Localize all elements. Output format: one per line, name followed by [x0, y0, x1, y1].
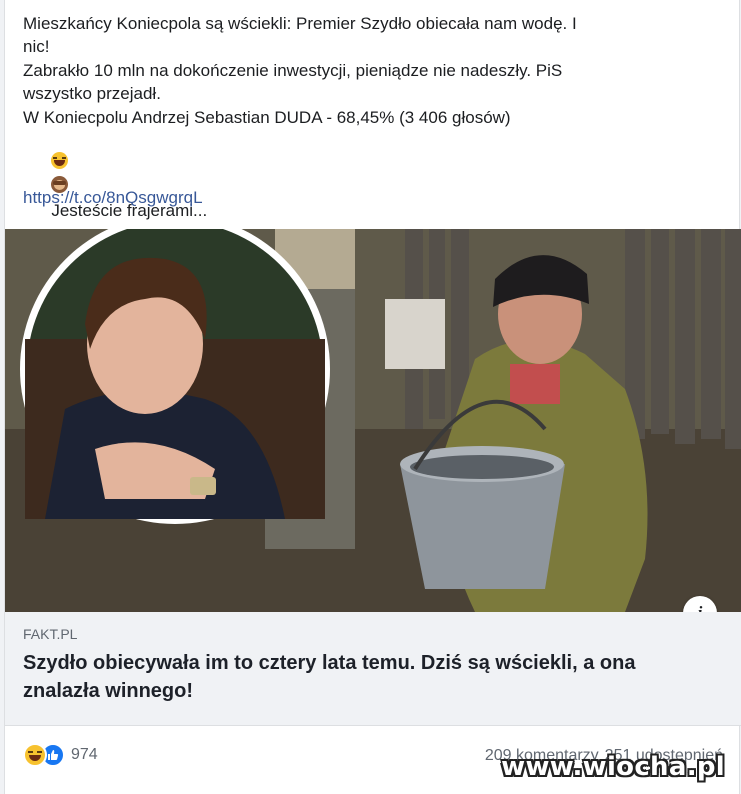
reactions-summary[interactable]: 974	[23, 743, 98, 767]
post-text-line: Mieszkańcy Koniecpola są wściekli: Premi…	[23, 14, 577, 33]
preview-photo	[5, 229, 741, 612]
haha-reaction-icon	[23, 743, 47, 767]
post-text-line: nic!	[23, 37, 50, 57]
post-text-line: Zabrakło 10 mln na dokończenie inwestycj…	[23, 60, 563, 80]
site-watermark: www.wiocha.pl	[501, 752, 725, 782]
link-preview-source: FAKT.PL	[23, 626, 78, 642]
facebook-post: Mieszkańcy Koniecpola są wściekli: Premi…	[4, 0, 741, 794]
link-preview-card[interactable]: FAKT.PL Szydło obiecywała im to cztery l…	[5, 612, 741, 726]
post-text: Mieszkańcy Koniecpola są wściekli: Premi…	[23, 12, 723, 246]
post-shortlink[interactable]: https://t.co/8nQsgwgrqL	[23, 188, 203, 208]
rolling-laughing-emoji-icon	[51, 152, 69, 170]
link-preview-title[interactable]: Szydło obiecywała im to cztery lata temu…	[23, 649, 713, 705]
reaction-count: 974	[71, 746, 98, 763]
link-preview-image[interactable]	[5, 229, 741, 612]
post-text-line: W Koniecpolu Andrzej Sebastian DUDA - 68…	[23, 107, 511, 127]
post-text-line: wszystko przejadł.	[23, 84, 161, 104]
